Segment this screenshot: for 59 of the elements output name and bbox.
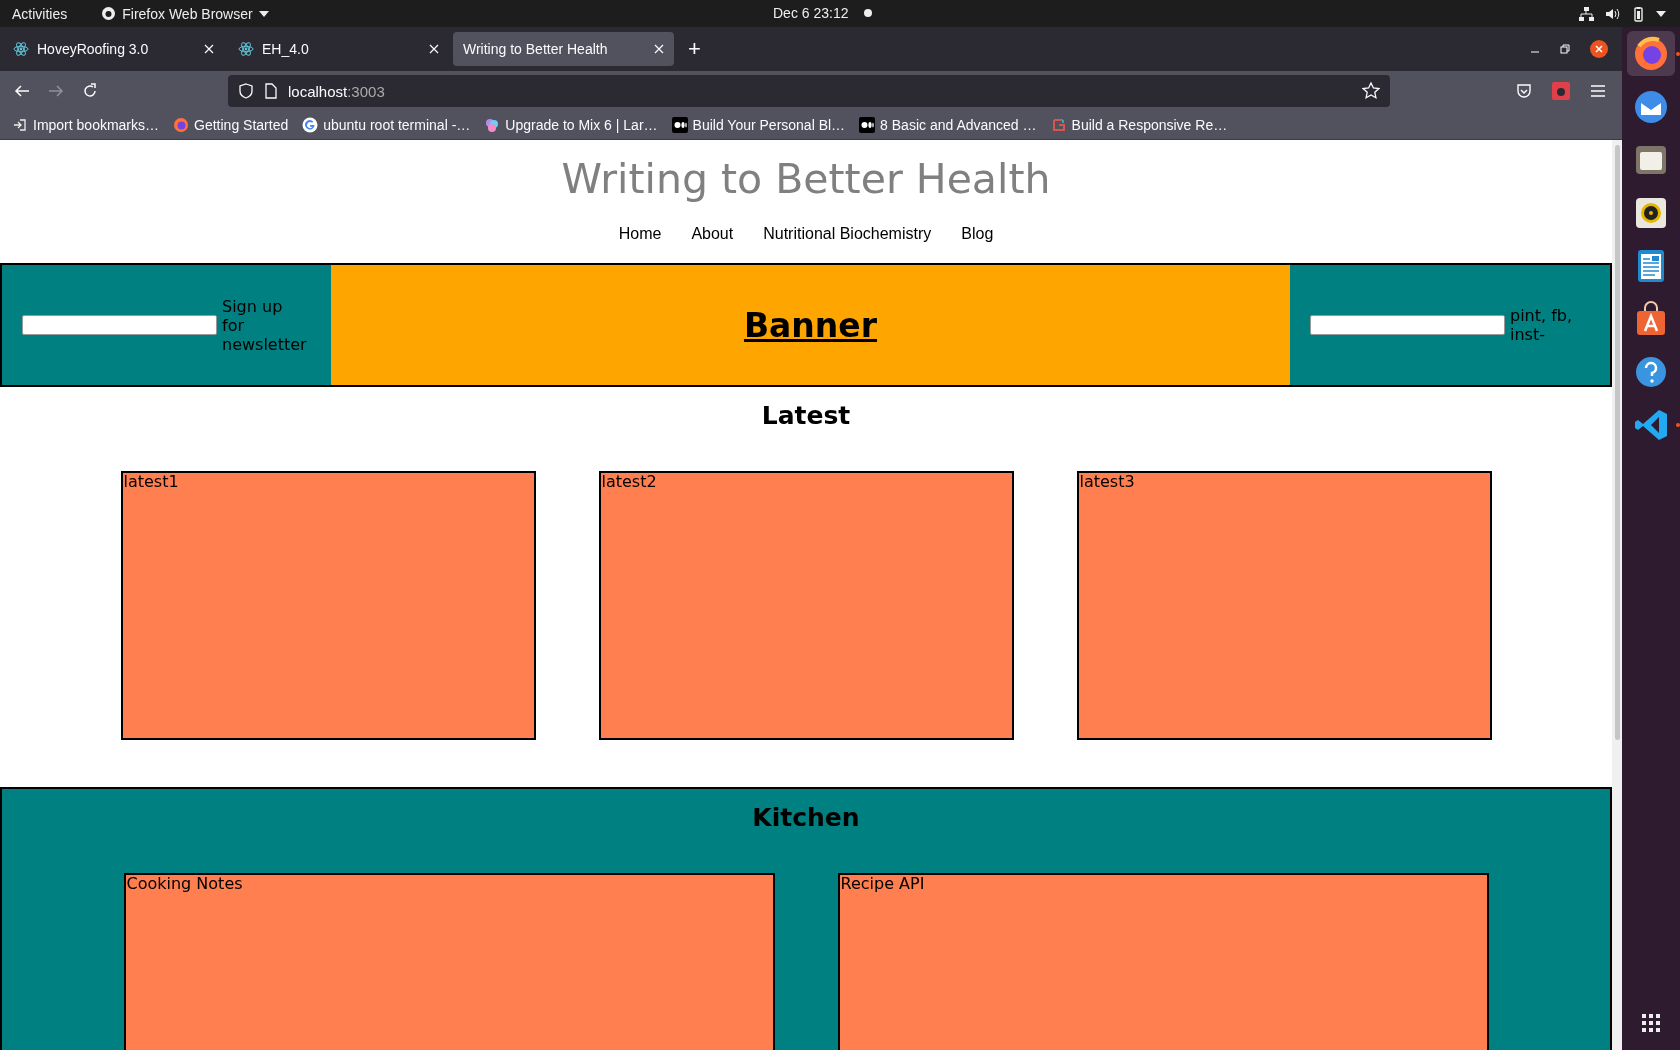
nav-link[interactable]: Blog	[961, 225, 994, 243]
star-icon[interactable]	[1362, 82, 1380, 100]
nav-link[interactable]: About	[691, 225, 734, 243]
bookmark-link[interactable]: Build a Responsive Re…	[1050, 117, 1228, 133]
app-menu[interactable]: Firefox Web Browser	[101, 5, 269, 22]
import-icon	[12, 117, 28, 133]
close-icon[interactable]	[654, 44, 664, 54]
new-tab-button[interactable]: +	[678, 36, 711, 62]
newsletter-field[interactable]	[22, 315, 217, 335]
menu-icon[interactable]	[1590, 84, 1606, 98]
network-icon[interactable]	[1578, 5, 1594, 22]
page-icon	[264, 83, 278, 99]
activities-button[interactable]: Activities	[12, 5, 68, 22]
close-icon[interactable]	[1590, 40, 1608, 58]
section-heading: Kitchen	[751, 803, 861, 833]
caret-icon	[258, 10, 269, 17]
caret-icon[interactable]	[1656, 10, 1666, 17]
extension-icon[interactable]	[1552, 82, 1570, 100]
browser-tab[interactable]: HoveyRoofing 3.0	[3, 32, 224, 66]
atom-icon	[13, 41, 29, 57]
reload-icon[interactable]	[82, 83, 98, 99]
square-logo-icon	[1050, 117, 1067, 133]
app-grid-icon[interactable]	[1642, 1014, 1660, 1032]
close-icon[interactable]	[429, 44, 439, 54]
site-title: Writing to Better Health	[560, 154, 1052, 204]
bookmark-link[interactable]: Build Your Personal Bl…	[671, 117, 846, 133]
browser-tab[interactable]: EH_4.0	[228, 32, 449, 66]
social-label: pint, fb, inst-	[1510, 306, 1574, 344]
bookmark-link[interactable]: Upgrade to Mix 6 | Lar…	[484, 117, 658, 133]
bookmark-link[interactable]: Getting Started	[173, 117, 289, 133]
bookmark-link[interactable]: 8 Basic and Advanced …	[859, 117, 1037, 133]
nav-link[interactable]: Nutritional Biochemistry	[763, 225, 932, 243]
bookmark-link[interactable]: Import bookmarks…	[12, 117, 160, 133]
banner-title: Banner	[743, 305, 878, 345]
social-field[interactable]	[1310, 315, 1505, 335]
post-card: latest3	[1076, 471, 1492, 740]
nav-link[interactable]: Home	[618, 225, 662, 243]
clock[interactable]: Dec 6 23:12	[773, 5, 849, 21]
newsletter-label: Sign up for newsletter	[222, 296, 306, 354]
section-heading: Latest	[760, 401, 852, 431]
shield-icon	[238, 83, 254, 99]
bookmark-link[interactable]: ubuntu root terminal -…	[302, 117, 471, 133]
status-dot-icon	[864, 9, 872, 17]
pocket-icon[interactable]	[1516, 83, 1532, 99]
close-icon[interactable]	[204, 44, 214, 54]
post-card: Recipe API	[837, 873, 1489, 1050]
restore-icon[interactable]	[1560, 44, 1570, 54]
browser-tab[interactable]: Writing to Better Health	[453, 32, 674, 66]
google-icon	[302, 117, 319, 133]
post-card: latest2	[598, 471, 1014, 740]
droplet-icon	[484, 117, 501, 133]
scrollbar[interactable]	[1612, 140, 1622, 1050]
post-card: Cooking Notes	[123, 873, 775, 1050]
medium-icon	[671, 117, 688, 133]
back-icon[interactable]	[14, 83, 30, 99]
medium-icon	[859, 117, 876, 133]
address-bar[interactable]: localhost:3003	[228, 75, 1390, 107]
post-card: latest1	[120, 471, 536, 740]
atom-icon	[238, 41, 254, 57]
